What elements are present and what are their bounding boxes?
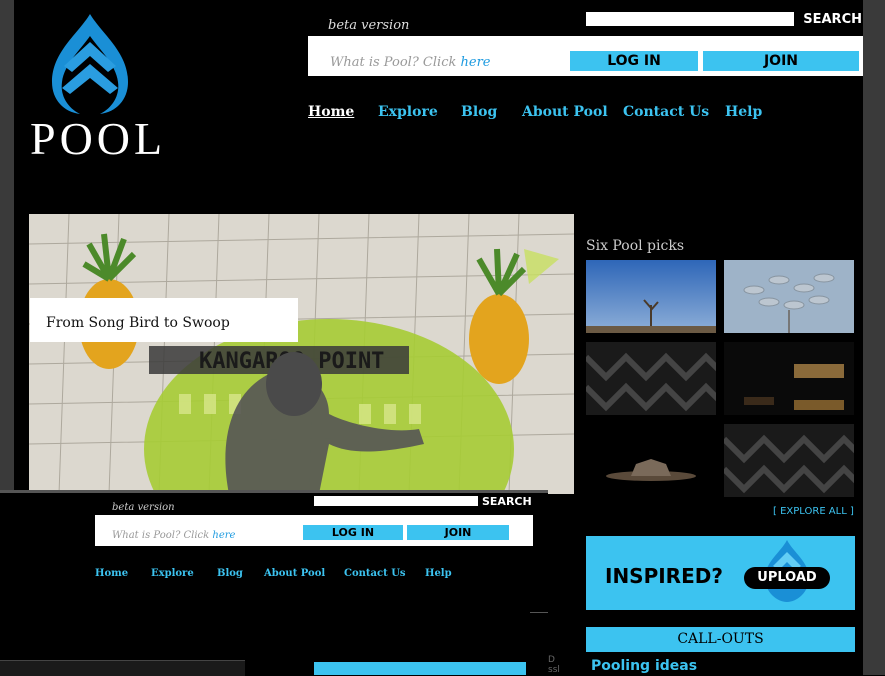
overlay-join-button[interactable]: JOIN [407,525,509,540]
overlay-blue-banner[interactable] [314,662,526,675]
overlay-divider [530,612,548,613]
what-is-pool-link[interactable]: here [461,55,491,70]
overlay-nav-contact-us[interactable]: Contact Us [344,568,406,579]
nav-help[interactable]: Help [725,104,762,120]
overlay-nav-explore[interactable]: Explore [151,568,194,579]
hero-caption[interactable]: From Song Bird to Swoop [30,298,298,342]
callouts-header: CALL-OUTS [586,627,855,652]
overlay-text-fragment: Dssl [548,655,560,675]
nav-home[interactable]: Home [308,104,354,120]
inspired-text: INSPIRED? [605,564,723,588]
picks-title: Six Pool picks [586,238,684,254]
pick-thumb-3[interactable] [586,342,716,415]
inspired-upload-banner[interactable]: INSPIRED? UPLOAD [586,536,855,610]
brand-name: POOL [30,113,167,164]
overlay-search-input[interactable] [314,496,478,506]
overlay-beta-label: beta version [112,502,175,513]
overlay-nav-about-pool[interactable]: About Pool [264,568,325,579]
pick-thumb-5[interactable] [586,424,716,497]
pick-thumb-4[interactable] [724,342,854,415]
nav-contact-us[interactable]: Contact Us [623,104,709,120]
upload-button[interactable]: UPLOAD [744,567,830,589]
overlay-top-edge [0,490,548,493]
overlay-what-is-pool-text: What is Pool? Click here [112,530,236,541]
overlay-nav-home[interactable]: Home [95,568,128,579]
join-button[interactable]: JOIN [703,51,859,71]
overlay-dark-panel [0,660,245,676]
beta-label: beta version [328,18,410,33]
overlay-search-button[interactable]: SEARCH [482,495,532,508]
pick-thumb-1[interactable] [586,260,716,333]
nav-about-pool[interactable]: About Pool [522,104,608,120]
overlay-nav-help[interactable]: Help [425,568,452,579]
search-input[interactable] [586,12,794,26]
overlay-what-is-pool-link[interactable]: here [212,530,235,541]
nav-explore[interactable]: Explore [378,104,438,120]
login-button[interactable]: LOG IN [570,51,698,71]
explore-all-link[interactable]: [ EXPLORE ALL ] [773,506,854,517]
nav-blog[interactable]: Blog [461,104,497,120]
pick-thumb-2[interactable] [724,260,854,333]
callout-item-pooling-ideas[interactable]: Pooling ideas [591,658,697,674]
search-button[interactable]: SEARCH [796,11,862,29]
hero-image[interactable]: KANGAROO POINT [29,214,574,494]
overlay-window: beta version SEARCH What is Pool? Click … [0,490,548,676]
window-frame-right [863,0,885,675]
overlay-nav-blog[interactable]: Blog [217,568,243,579]
pick-thumb-6[interactable] [724,424,854,497]
what-is-pool-text: What is Pool? Click here [330,55,491,70]
overlay-login-button[interactable]: LOG IN [303,525,403,540]
